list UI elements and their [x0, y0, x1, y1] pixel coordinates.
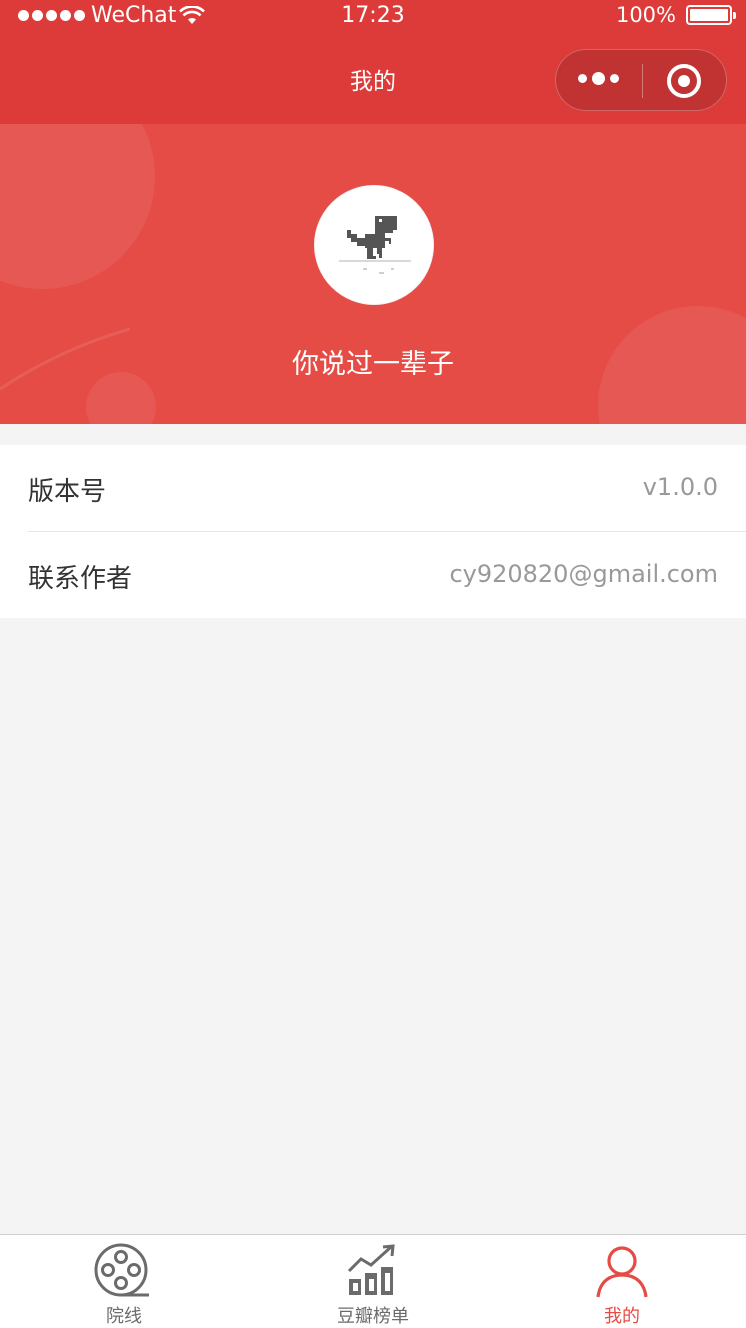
tab-label: 院线 [106, 1306, 142, 1327]
bar-chart-trend-icon [347, 1244, 395, 1295]
tab-mine[interactable]: 我的 [498, 1235, 746, 1328]
user-icon [596, 1246, 648, 1298]
film-reel-icon [94, 1243, 149, 1297]
list-item-contact[interactable]: 联系作者 cy920820@gmail.com [0, 532, 746, 618]
tab-cinema[interactable]: 院线 [0, 1235, 248, 1328]
info-list: 版本号 v1.0.0 联系作者 cy920820@gmail.com [0, 445, 746, 618]
nickname: 你说过一辈子 [292, 349, 454, 380]
more-icon[interactable] [578, 72, 619, 85]
version-value: v1.0.0 [642, 473, 718, 501]
tab-label: 我的 [604, 1306, 640, 1327]
status-right: 100% [615, 3, 736, 27]
contact-label: 联系作者 [28, 564, 133, 594]
status-bar: WeChat 17:23 100% [0, 0, 746, 36]
version-label: 版本号 [28, 477, 107, 507]
tab-label: 豆瓣榜单 [337, 1306, 409, 1327]
list-item-version[interactable]: 版本号 v1.0.0 [0, 445, 746, 532]
battery-percent: 100% [615, 3, 676, 27]
tab-douban-ranking[interactable]: 豆瓣榜单 [249, 1235, 497, 1328]
contact-email: cy920820@gmail.com [449, 560, 718, 588]
tab-bar: 院线 豆瓣榜单 我的 [0, 1234, 746, 1328]
miniprogram-capsule [555, 49, 727, 111]
close-miniprogram-icon[interactable] [667, 64, 701, 98]
battery-icon [686, 5, 736, 25]
top-bar: WeChat 17:23 100% 我的 [0, 0, 746, 124]
dinosaur-icon [339, 216, 411, 274]
capsule-divider [642, 64, 643, 98]
avatar[interactable] [314, 185, 434, 305]
profile-banner: 你说过一辈子 [0, 124, 746, 424]
